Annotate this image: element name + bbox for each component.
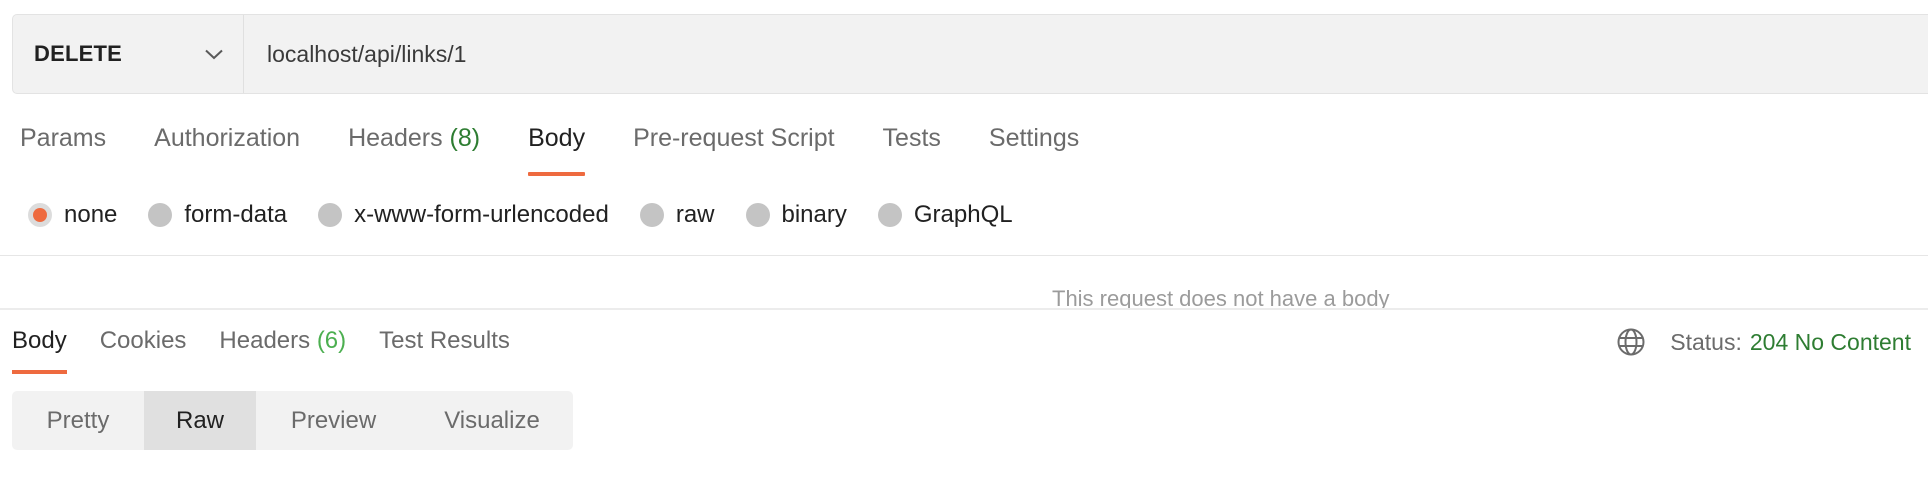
tab-tests[interactable]: Tests <box>883 120 941 176</box>
status-label: Status: <box>1670 328 1742 355</box>
tab-label: Params <box>20 124 107 152</box>
response-tab-headers[interactable]: Headers (6) <box>219 321 346 374</box>
body-type-none[interactable]: none <box>28 201 117 229</box>
body-type-binary[interactable]: binary <box>745 201 847 229</box>
view-mode-pretty[interactable]: Pretty <box>12 391 144 450</box>
response-tab-cookies[interactable]: Cookies <box>100 321 187 374</box>
globe-icon[interactable] <box>1616 327 1646 357</box>
tab-label: Body <box>12 327 67 354</box>
radio-label: x-www-form-urlencoded <box>354 201 609 228</box>
response-tab-test-results[interactable]: Test Results <box>379 321 510 374</box>
tab-label: Cookies <box>99 327 187 354</box>
headers-count: (6) <box>316 327 347 354</box>
tab-body[interactable]: Body <box>528 120 585 176</box>
headers-count: (8) <box>449 124 481 152</box>
tab-label: Authorization <box>154 124 301 152</box>
body-type-urlencoded[interactable]: x-www-form-urlencoded <box>318 201 609 229</box>
response-tabs: Body Cookies Headers (6) Test Results <box>12 321 543 375</box>
status-code[interactable]: 204 No Content <box>1750 329 1911 356</box>
radio-label: form-data <box>184 201 288 228</box>
radio-label: binary <box>781 201 847 228</box>
chevron-down-icon <box>205 49 223 60</box>
radio-label: raw <box>675 201 715 228</box>
tab-params[interactable]: Params <box>20 120 106 176</box>
radio-button[interactable] <box>877 203 902 227</box>
radio-button[interactable] <box>639 203 664 227</box>
tab-label: Settings <box>988 124 1080 152</box>
request-tabs: Params Authorization Headers (8) Body Pr… <box>20 120 1127 176</box>
divider <box>0 255 1928 256</box>
body-type-form-data[interactable]: form-data <box>148 201 287 229</box>
tab-label: Tests <box>882 124 941 152</box>
method-label: DELETE <box>34 41 122 66</box>
tab-label: Body <box>528 124 586 152</box>
tab-settings[interactable]: Settings <box>989 120 1079 176</box>
tab-headers[interactable]: Headers (8) <box>348 120 480 176</box>
view-mode-raw[interactable]: Raw <box>144 391 256 450</box>
body-type-options: none form-data x-www-form-urlencoded raw… <box>28 197 1044 233</box>
tab-authorization[interactable]: Authorization <box>154 120 300 176</box>
radio-label: none <box>64 201 118 228</box>
radio-label: GraphQL <box>913 201 1013 228</box>
view-mode-visualize[interactable]: Visualize <box>411 391 573 450</box>
method-select[interactable]: DELETE <box>13 15 244 93</box>
tab-pre-request-script[interactable]: Pre-request Script <box>633 120 834 176</box>
request-editor: DELETE localhost/api/links/1 Params Auth… <box>0 0 1928 484</box>
response-status: Status: 204 No Content <box>1616 327 1911 357</box>
tab-label: Test Results <box>379 327 510 354</box>
response-view-modes: Pretty Raw Preview Visualize <box>12 391 573 450</box>
radio-button[interactable] <box>318 203 343 227</box>
pane-resize-handle[interactable] <box>0 308 1928 310</box>
view-mode-preview[interactable]: Preview <box>256 391 411 450</box>
tab-label: Headers <box>348 124 443 152</box>
body-type-raw[interactable]: raw <box>639 201 715 229</box>
tab-label: Headers <box>219 327 311 354</box>
tab-label: Pre-request Script <box>633 124 835 152</box>
radio-button[interactable] <box>28 203 52 227</box>
url-input[interactable]: localhost/api/links/1 <box>244 41 466 68</box>
url-bar: DELETE localhost/api/links/1 <box>12 14 1928 94</box>
radio-button[interactable] <box>745 203 770 227</box>
radio-button[interactable] <box>148 203 173 227</box>
body-type-graphql[interactable]: GraphQL <box>877 201 1013 229</box>
response-tab-body[interactable]: Body <box>12 321 67 374</box>
